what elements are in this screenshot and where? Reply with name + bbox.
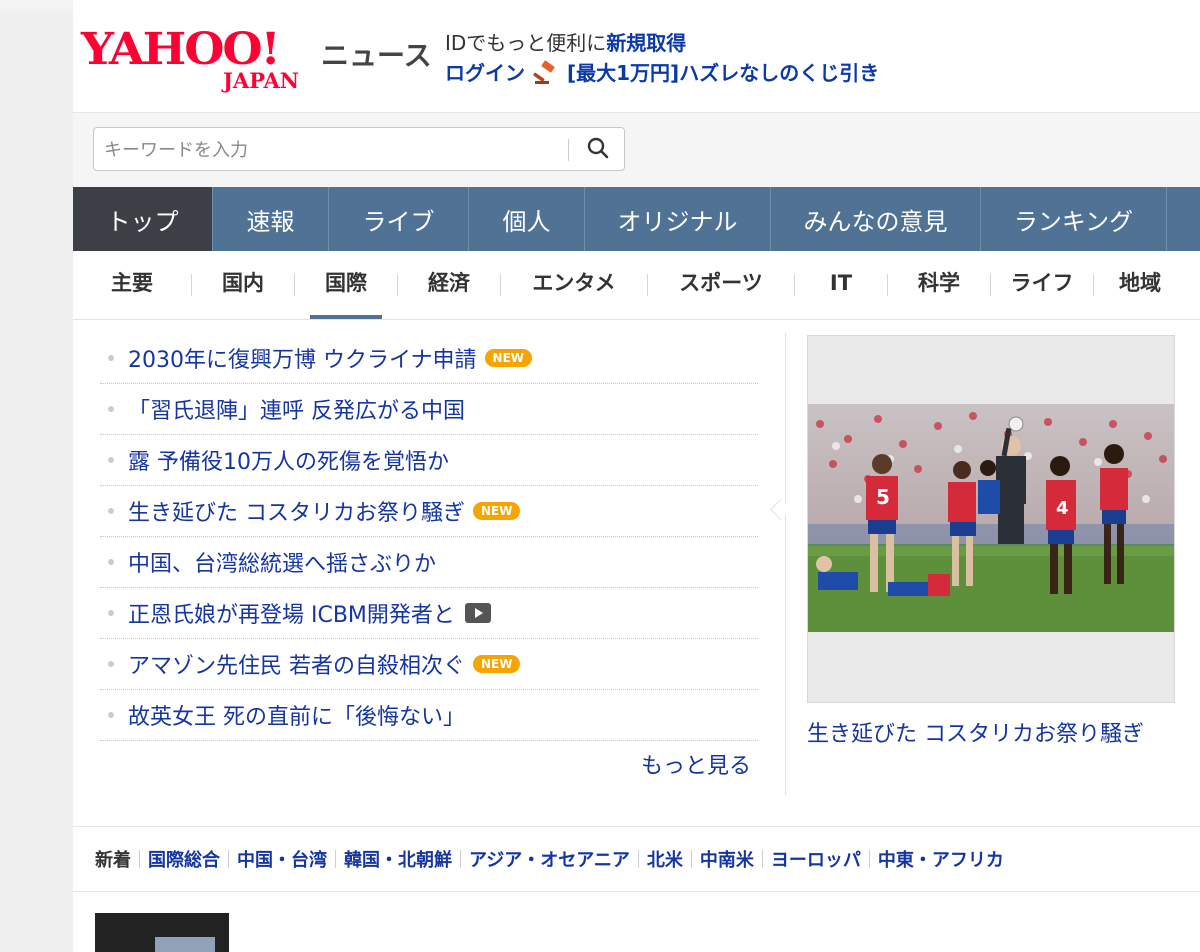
site-header: YAHOO! JAPAN ニュース IDでもっと便利に新規取得 ログイン [最大… (73, 12, 1200, 113)
new-badge: NEW (473, 655, 521, 673)
category-link[interactable]: 北米 (647, 846, 683, 872)
subnav-item[interactable]: 地域 (1094, 251, 1186, 319)
headline-item[interactable]: 生き延びた コスタリカお祭り騒ぎ NEW (100, 486, 758, 537)
soccer-match-photo: 5 4 (808, 404, 1174, 632)
new-badge: NEW (473, 502, 521, 520)
feature-photo[interactable]: 5 4 (807, 335, 1175, 703)
search-box (93, 127, 625, 171)
headline-list: 2030年に復興万博 ウクライナ申請 NEW 「習氏退陣」連呼 反発広がる中国露 予… (100, 333, 758, 741)
subnav-item[interactable]: エンタメ (501, 251, 647, 319)
nav-tab[interactable]: ライブ (329, 187, 469, 251)
headline-text: 2030年に復興万博 ウクライナ申請 (128, 348, 477, 373)
search-button[interactable] (580, 134, 616, 166)
bullet-icon (108, 661, 114, 667)
signup-promo-text: IDでもっと便利に (445, 31, 607, 55)
service-name: ニュース (321, 39, 432, 72)
selection-pointer (769, 498, 792, 521)
page: YAHOO! JAPAN ニュース IDでもっと便利に新規取得 ログイン [最大… (73, 0, 1200, 952)
category-subnav: 主要 国内 国際 経済 エンタメ スポーツ IT 科学 ライフ 地域 (73, 251, 1200, 320)
category-link[interactable]: 中国・台湾 (237, 846, 327, 872)
search-icon (586, 136, 610, 164)
headline-text: 中国、台湾総統選へ揺さぶりか (128, 552, 437, 577)
subnav-item[interactable]: 国内 (192, 251, 294, 319)
category-separator (690, 850, 692, 868)
category-separator (868, 850, 870, 868)
nav-tab[interactable]: ランキング (981, 187, 1167, 251)
yahoo-news-logo[interactable]: YAHOO! JAPAN ニュース (81, 24, 432, 94)
headline-item[interactable]: 「習氏退陣」連呼 反発広がる中国 (100, 384, 758, 435)
new-badge: NEW (484, 349, 533, 367)
login-link[interactable]: ログイン (445, 58, 525, 88)
category-link[interactable]: アジア・オセアニア (469, 846, 630, 872)
headline-text: 故英女王 死の直前に「後悔ない」 (128, 705, 465, 730)
headline-text: 正恩氏娘が再登場 ICBM開発者と (128, 603, 455, 628)
nav-tab[interactable]: みんなの意見 (771, 187, 981, 251)
nav-tab[interactable]: 速報 (213, 187, 329, 251)
svg-text:4: 4 (1056, 498, 1069, 519)
bullet-icon (108, 712, 114, 718)
nav-tab[interactable]: オリジナル (585, 187, 771, 251)
login-row: ログイン [最大1万円]ハズレなしのくじ引き (445, 58, 879, 88)
video-play-icon (464, 603, 491, 623)
headline-text: アマゾン先住民 若者の自殺相次ぐ (128, 654, 465, 679)
feature-caption[interactable]: 生き延びた コスタリカお祭り騒ぎ (807, 716, 1144, 748)
next-article-thumbnail[interactable] (95, 913, 229, 952)
bullet-icon (108, 508, 114, 514)
headline-text: 露 予備役10万人の死傷を覚悟か (128, 450, 449, 475)
lottery-link[interactable]: [最大1万円]ハズレなしのくじ引き (567, 58, 879, 88)
category-separator (335, 850, 336, 868)
subnav-item[interactable]: ライフ (991, 251, 1093, 319)
headline-text: 「習氏退陣」連呼 反発広がる中国 (128, 399, 465, 424)
more-link[interactable]: もっと見る (641, 748, 751, 780)
svg-text:5: 5 (876, 485, 890, 509)
category-link[interactable]: 国際総合 (148, 846, 220, 872)
subnav-item[interactable]: 主要 (73, 251, 191, 319)
signup-promo: IDでもっと便利に新規取得 (445, 28, 879, 58)
headline-item[interactable]: 故英女王 死の直前に「後悔ない」 (100, 690, 758, 741)
subnav-item[interactable]: 経済 (398, 251, 500, 319)
main-nav: トップ 速報 ライブ 個人 オリジナル みんなの意見 ランキング (73, 187, 1200, 251)
category-link[interactable]: 中東・アフリカ (878, 846, 1004, 872)
bullet-icon (108, 355, 114, 361)
column-divider (785, 333, 786, 795)
category-separator (228, 850, 229, 868)
headline-item[interactable]: 正恩氏娘が再登場 ICBM開発者と (100, 588, 758, 639)
account-promo: IDでもっと便利に新規取得 ログイン [最大1万円]ハズレなしのくじ引き (445, 28, 879, 88)
category-separator (637, 850, 639, 868)
bullet-icon (108, 610, 114, 616)
subnav-item[interactable]: 科学 (888, 251, 990, 319)
search-area (73, 113, 1200, 187)
category-link[interactable]: 韓国・北朝鮮 (344, 846, 452, 872)
category-separator (139, 850, 140, 868)
category-separator (761, 850, 763, 868)
search-divider (568, 139, 569, 161)
subnav-separator (294, 274, 295, 296)
category-link[interactable]: ヨーロッパ (771, 846, 861, 872)
subnav-item[interactable]: スポーツ (648, 251, 794, 319)
signup-link[interactable]: 新規取得 (606, 31, 686, 55)
subnav-item[interactable]: 国際 (310, 251, 382, 319)
category-links: 新着 国際総合 中国・台湾 韓国・北朝鮮 アジア・オセアニア 北米 中南米 ヨーロッパ 中東・ア… (73, 826, 1200, 892)
gavel-icon (533, 60, 559, 86)
thumbnail-screen (155, 937, 215, 952)
headline-item[interactable]: アマゾン先住民 若者の自殺相次ぐ NEW (100, 639, 758, 690)
category-link[interactable]: 中南米 (700, 846, 754, 872)
bullet-icon (108, 559, 114, 565)
category-separator (460, 850, 461, 868)
nav-tab[interactable]: トップ (73, 187, 213, 251)
headline-item[interactable]: 露 予備役10万人の死傷を覚悟か (100, 435, 758, 486)
headline-text: 生き延びた コスタリカお祭り騒ぎ (128, 501, 465, 526)
logo-japan: JAPAN (223, 68, 299, 93)
headline-item[interactable]: 中国、台湾総統選へ揺さぶりか (100, 537, 758, 588)
bullet-icon (108, 406, 114, 412)
bullet-icon (108, 457, 114, 463)
headline-item[interactable]: 2030年に復興万博 ウクライナ申請 NEW (100, 333, 758, 384)
nav-tab[interactable]: 個人 (469, 187, 585, 251)
logo-wordmark: YAHOO! (81, 24, 281, 75)
category-link[interactable]: 新着 (95, 846, 131, 872)
subnav-item[interactable]: IT (795, 251, 887, 319)
search-input[interactable] (102, 136, 566, 164)
